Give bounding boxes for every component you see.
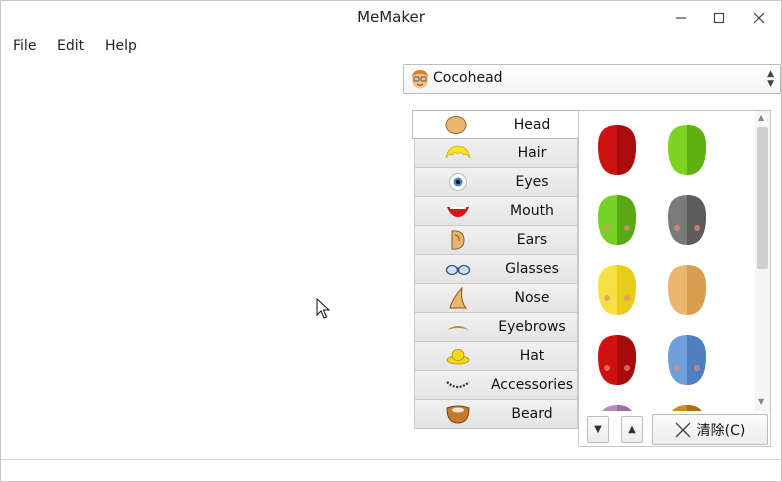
cartoon-face-icon bbox=[412, 70, 428, 89]
category-label: Accessories bbox=[490, 377, 574, 393]
eye-icon bbox=[445, 171, 471, 193]
head-swatch[interactable] bbox=[667, 124, 707, 176]
category-label: Ears bbox=[516, 232, 548, 248]
mouse-pointer-icon bbox=[316, 298, 330, 319]
category-hat[interactable]: Hat bbox=[414, 342, 578, 371]
head-swatch[interactable] bbox=[597, 264, 637, 316]
category-mouth[interactable]: Mouth bbox=[414, 197, 578, 226]
category-label: Mouth bbox=[510, 203, 554, 219]
minimize-icon bbox=[676, 17, 686, 19]
category-accessories[interactable]: Accessories bbox=[414, 371, 578, 400]
category-label: Beard bbox=[511, 406, 553, 422]
menu-bar: File Edit Help bbox=[1, 35, 781, 59]
scroll-down-arrow-icon[interactable]: ▼ bbox=[758, 397, 764, 406]
scroll-up-arrow-icon[interactable]: ▲ bbox=[758, 113, 764, 122]
parts-controls: ▼ ▲ 清除(C) bbox=[579, 411, 770, 446]
category-list: Head Hair Eyes Mouth Ears Glasses Nose E… bbox=[412, 110, 580, 429]
category-eyes[interactable]: Eyes bbox=[414, 168, 578, 197]
category-head[interactable]: Head bbox=[412, 110, 580, 139]
category-beard[interactable]: Beard bbox=[414, 400, 578, 429]
category-nose[interactable]: Nose bbox=[414, 284, 578, 313]
category-label: Nose bbox=[514, 290, 550, 306]
head-swatch-grid bbox=[579, 111, 754, 411]
category-label: Eyebrows bbox=[498, 319, 566, 335]
glasses-icon bbox=[445, 258, 471, 280]
menu-edit[interactable]: Edit bbox=[57, 35, 84, 54]
close-button[interactable] bbox=[747, 7, 771, 29]
menu-help[interactable]: Help bbox=[105, 35, 137, 54]
close-icon bbox=[753, 12, 765, 24]
scrollbar-thumb[interactable] bbox=[757, 127, 768, 269]
ear-icon bbox=[445, 229, 471, 251]
maximize-button[interactable] bbox=[707, 7, 731, 29]
maximize-icon bbox=[713, 12, 725, 24]
next-page-button[interactable]: ▼ bbox=[587, 416, 609, 443]
parts-scrollbar[interactable]: ▲ ▼ bbox=[755, 111, 770, 411]
minimize-button[interactable] bbox=[669, 7, 693, 29]
profile-combobox[interactable]: Cocohead ▲ ▼ bbox=[403, 64, 781, 94]
parts-panel: ▲ ▼ ▼ ▲ 清除(C) bbox=[578, 110, 771, 447]
status-bar-divider bbox=[1, 459, 781, 460]
head-swatch[interactable] bbox=[667, 334, 707, 386]
category-ears[interactable]: Ears bbox=[414, 226, 578, 255]
head-swatch[interactable] bbox=[667, 194, 707, 246]
head-swatch[interactable] bbox=[597, 334, 637, 386]
category-label: Glasses bbox=[505, 261, 559, 277]
updown-arrows-icon: ▲ ▼ bbox=[767, 69, 774, 89]
mouth-icon bbox=[445, 200, 471, 222]
accessories-icon bbox=[445, 374, 471, 396]
category-label: Eyes bbox=[515, 174, 549, 190]
hair-icon bbox=[445, 142, 471, 164]
category-hair[interactable]: Hair bbox=[414, 139, 578, 168]
head-icon bbox=[443, 114, 469, 136]
previous-page-button[interactable]: ▲ bbox=[621, 416, 643, 443]
head-swatch[interactable] bbox=[597, 404, 637, 411]
menu-file[interactable]: File bbox=[13, 35, 36, 54]
clear-x-icon bbox=[675, 422, 691, 437]
title-bar: MeMaker bbox=[1, 1, 781, 34]
nose-icon bbox=[445, 287, 471, 309]
head-swatch[interactable] bbox=[667, 264, 707, 316]
category-eyebrows[interactable]: Eyebrows bbox=[414, 313, 578, 342]
hat-icon bbox=[445, 345, 471, 367]
clear-button-label: 清除(C) bbox=[696, 422, 746, 439]
eyebrows-icon bbox=[445, 316, 471, 338]
category-label: Hat bbox=[519, 348, 545, 364]
head-swatch[interactable] bbox=[597, 124, 637, 176]
profile-selected-value: Cocohead bbox=[433, 70, 503, 86]
category-label: Hair bbox=[517, 145, 547, 161]
window-title: MeMaker bbox=[357, 8, 425, 26]
memaker-window: MeMaker File Edit Help Cocohead ▲ ▼ Head… bbox=[0, 0, 782, 482]
clear-button[interactable]: 清除(C) bbox=[652, 414, 768, 445]
beard-icon bbox=[445, 403, 471, 425]
head-swatch[interactable] bbox=[667, 404, 707, 411]
category-label: Head bbox=[513, 116, 551, 133]
head-swatch[interactable] bbox=[597, 194, 637, 246]
category-glasses[interactable]: Glasses bbox=[414, 255, 578, 284]
